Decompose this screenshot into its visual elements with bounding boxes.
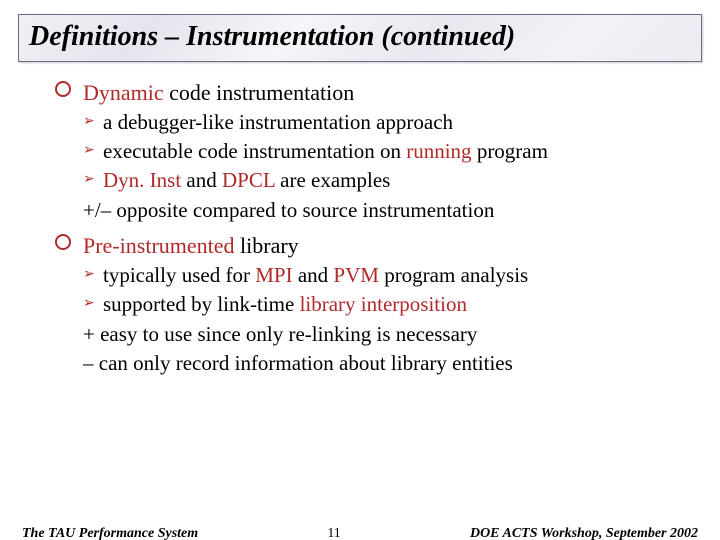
list-item: ➢ supported by link-time library interpo… (83, 290, 690, 319)
list-item: ➢ executable code instrumentation on run… (83, 137, 690, 166)
list-item: ➢ a debugger-like instrumentation approa… (83, 108, 690, 137)
arrow-bullet-icon: ➢ (83, 265, 95, 285)
item-red: Dyn. Inst (103, 168, 181, 192)
item-red: MPI (255, 263, 292, 287)
item-text: are examples (275, 168, 390, 192)
slide-title-bar: Definitions – Instrumentation (continued… (18, 14, 702, 62)
circle-bullet-icon (55, 234, 71, 250)
item-text: executable code instrumentation on (103, 139, 406, 163)
item-text: program (472, 139, 548, 163)
item-text: a debugger-like instrumentation approach (103, 110, 453, 134)
list-item-plain: +/– opposite compared to source instrume… (83, 196, 690, 225)
heading-red: Dynamic (83, 80, 164, 105)
list-item-plain: – can only record information about libr… (83, 349, 690, 378)
page-number: 11 (327, 526, 340, 540)
bullet-dynamic: Dynamic code instrumentation (55, 78, 690, 108)
item-text: +/– opposite compared to source instrume… (83, 198, 494, 222)
item-text: – can only record information about libr… (83, 351, 513, 375)
list-item-plain: + easy to use since only re-linking is n… (83, 320, 690, 349)
slide-title: Definitions – Instrumentation (continued… (29, 21, 691, 53)
item-red: PVM (333, 263, 379, 287)
item-red: running (406, 139, 471, 163)
arrow-bullet-icon: ➢ (83, 141, 95, 161)
heading-rest: library (235, 233, 299, 258)
sub-bullets-2: ➢ typically used for MPI and PVM program… (55, 261, 690, 379)
slide-footer: The TAU Performance System 11 DOE ACTS W… (0, 526, 720, 540)
item-text: and (293, 263, 334, 287)
item-text: + easy to use since only re-linking is n… (83, 322, 477, 346)
item-text: supported by link-time (103, 292, 300, 316)
arrow-bullet-icon: ➢ (83, 112, 95, 132)
item-red: library interposition (300, 292, 467, 316)
list-item: ➢ Dyn. Inst and DPCL are examples (83, 166, 690, 195)
circle-bullet-icon (55, 81, 71, 97)
arrow-bullet-icon: ➢ (83, 170, 95, 190)
item-text: program analysis (379, 263, 528, 287)
sub-bullets-1: ➢ a debugger-like instrumentation approa… (55, 108, 690, 226)
bullet-preinstrumented: Pre-instrumented library (55, 231, 690, 261)
item-red: DPCL (222, 168, 275, 192)
arrow-bullet-icon: ➢ (83, 294, 95, 314)
list-item: ➢ typically used for MPI and PVM program… (83, 261, 690, 290)
heading-rest: code instrumentation (164, 80, 355, 105)
heading-red: Pre-instrumented (83, 233, 235, 258)
item-text: typically used for (103, 263, 255, 287)
slide-content: Dynamic code instrumentation ➢ a debugge… (0, 62, 720, 379)
footer-right: DOE ACTS Workshop, September 2002 (470, 526, 698, 540)
item-text: and (181, 168, 222, 192)
footer-left: The TAU Performance System (22, 526, 198, 540)
